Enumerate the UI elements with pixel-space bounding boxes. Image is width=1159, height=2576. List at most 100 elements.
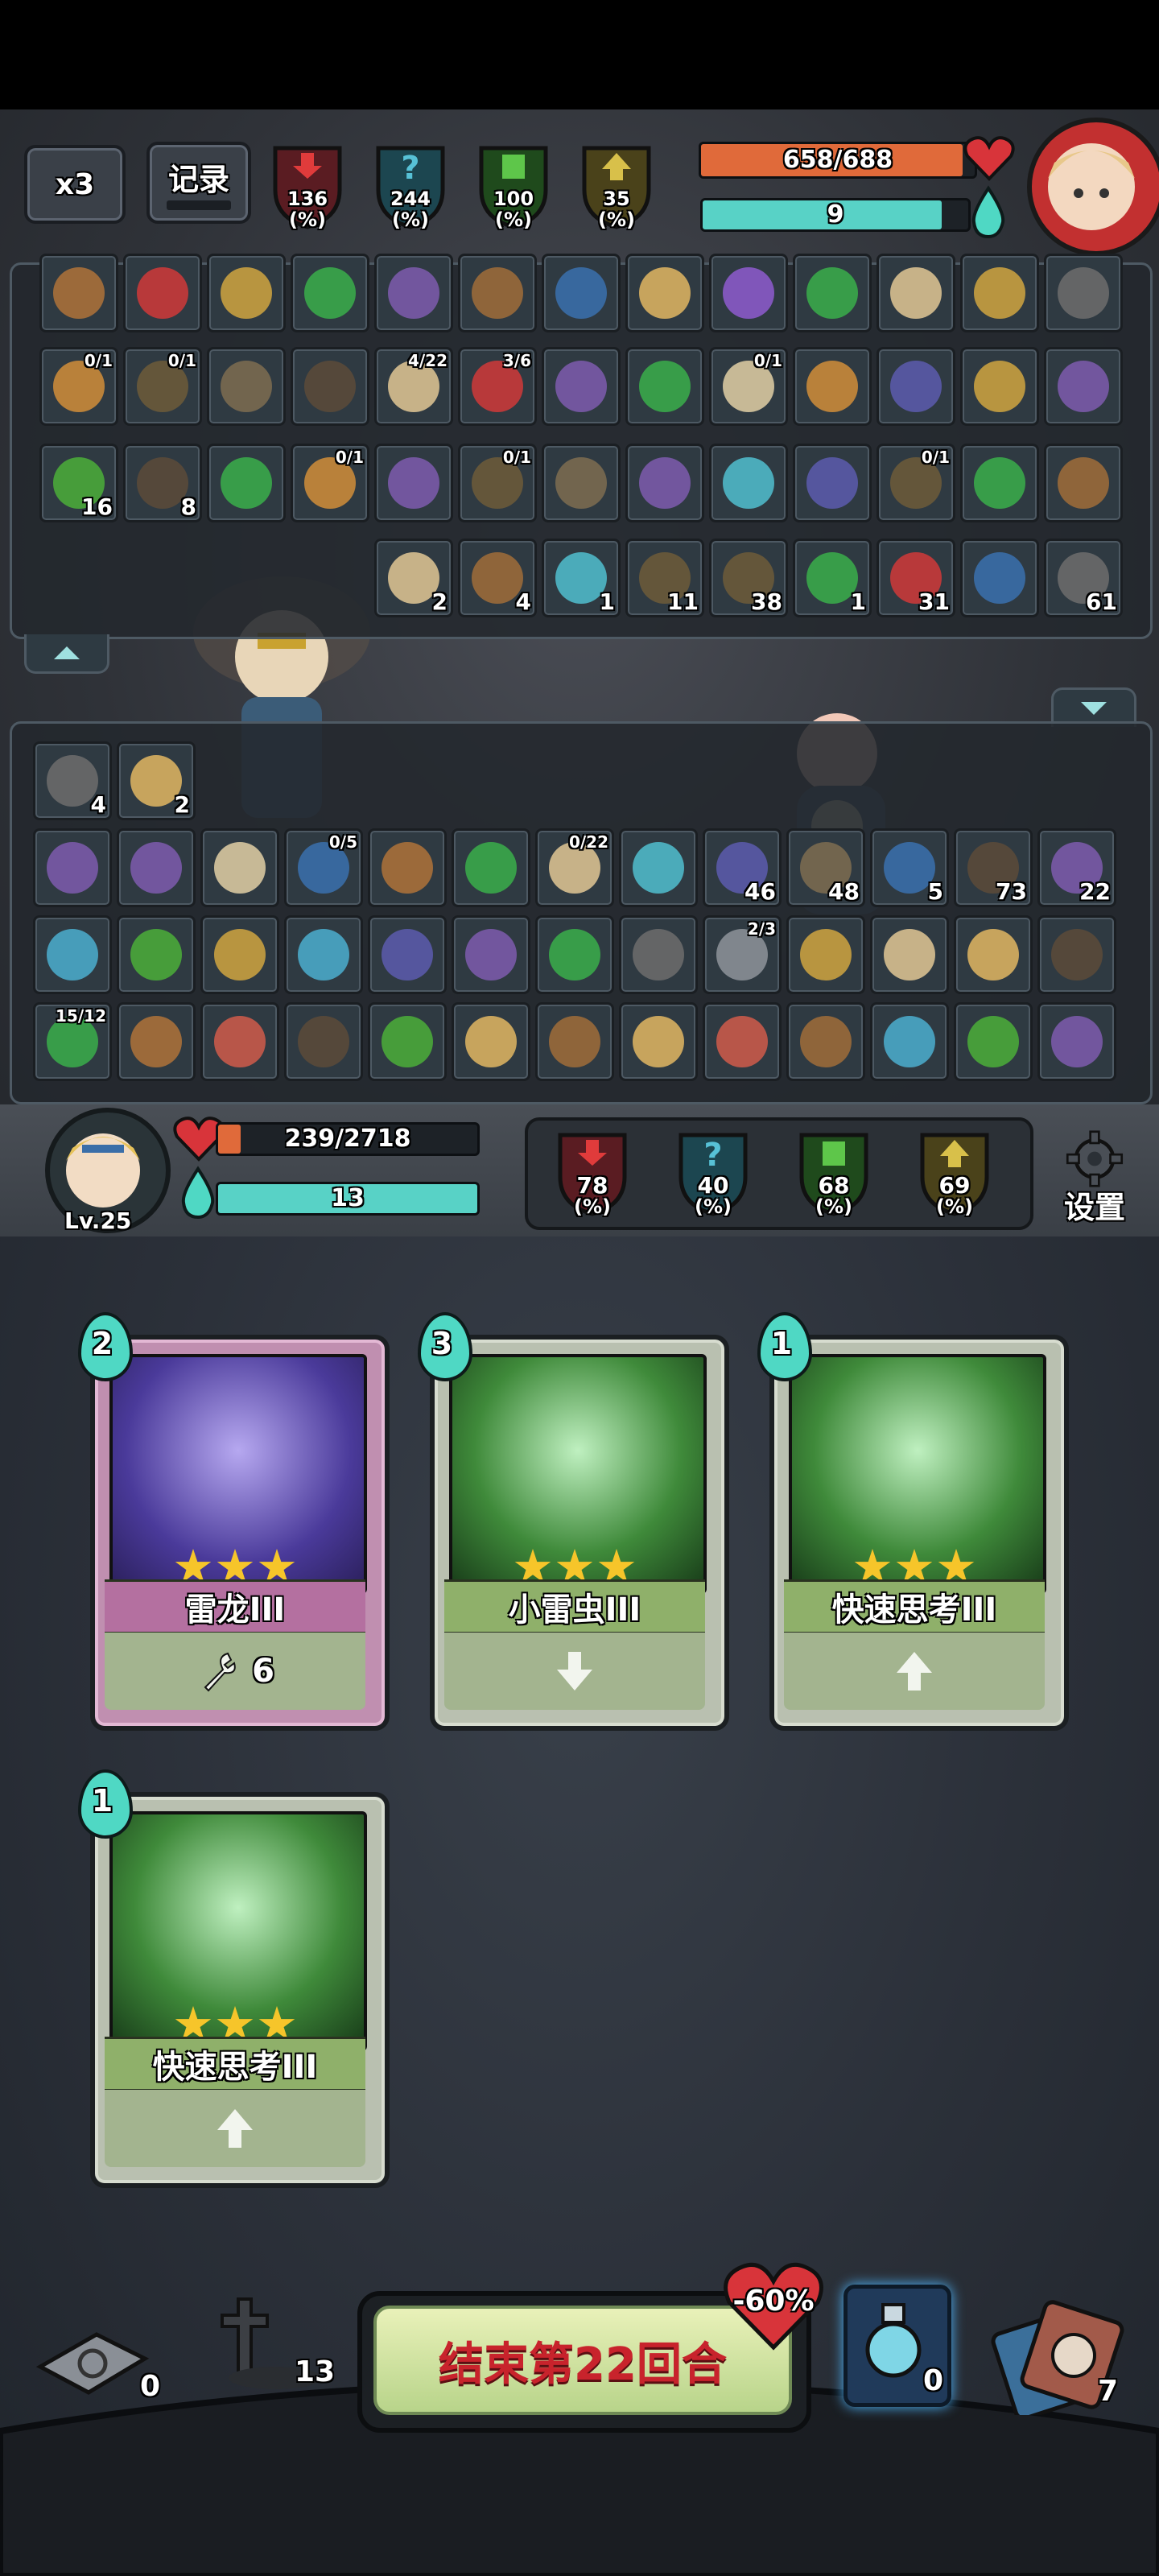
item-slot[interactable]: 73 (954, 828, 1033, 907)
item-slot[interactable] (200, 1002, 279, 1081)
item-slot[interactable] (374, 254, 453, 332)
item-slot[interactable]: 48 (786, 828, 865, 907)
item-slot[interactable]: 4/22 (374, 347, 453, 426)
record-button[interactable]: 记录 (146, 142, 251, 224)
item-slot[interactable] (123, 254, 202, 332)
item-slot[interactable] (452, 828, 530, 907)
item-slot[interactable] (954, 915, 1033, 994)
item-slot[interactable] (200, 828, 279, 907)
item-slot[interactable] (542, 254, 621, 332)
item-slot[interactable] (291, 254, 369, 332)
item-slot[interactable]: 4 (33, 741, 112, 820)
item-slot[interactable]: 11 (625, 539, 704, 617)
item-slot[interactable]: 4 (458, 539, 537, 617)
item-slot[interactable]: 1 (793, 539, 872, 617)
item-slot[interactable]: 8 (123, 444, 202, 522)
item-slot[interactable]: 5 (870, 828, 949, 907)
item-slot[interactable] (960, 539, 1039, 617)
item-slot[interactable] (1044, 254, 1123, 332)
item-slot[interactable] (33, 828, 112, 907)
item-slot[interactable] (368, 828, 447, 907)
item-slot[interactable] (703, 1002, 782, 1081)
item-slot[interactable] (207, 444, 286, 522)
item-slot[interactable] (117, 915, 196, 994)
item-slot[interactable] (619, 828, 698, 907)
skill-card[interactable]: ★★★ 快速思考III (90, 1792, 390, 2188)
item-slot[interactable] (368, 915, 447, 994)
item-slot[interactable] (535, 915, 614, 994)
item-slot[interactable] (793, 254, 872, 332)
item-slot[interactable] (542, 444, 621, 522)
item-slot[interactable] (625, 444, 704, 522)
item-slot[interactable] (117, 828, 196, 907)
item-slot[interactable] (619, 915, 698, 994)
item-slot[interactable] (625, 347, 704, 426)
item-slot[interactable] (33, 915, 112, 994)
item-slot[interactable]: 38 (709, 539, 788, 617)
item-slot[interactable]: 2 (117, 741, 196, 820)
item-slot[interactable] (291, 347, 369, 426)
item-slot[interactable]: 0/1 (39, 347, 118, 426)
item-slot[interactable]: 1 (542, 539, 621, 617)
item-slot[interactable] (793, 347, 872, 426)
item-slot[interactable] (786, 1002, 865, 1081)
item-slot[interactable] (39, 254, 118, 332)
discard-pile[interactable]: 0 (32, 2318, 177, 2415)
item-slot[interactable] (709, 254, 788, 332)
item-slot[interactable] (960, 444, 1039, 522)
item-slot[interactable] (954, 1002, 1033, 1081)
collapse-enemy-panel-button[interactable] (24, 634, 109, 674)
item-slot[interactable]: 61 (1044, 539, 1123, 617)
item-slot[interactable] (284, 1002, 363, 1081)
item-slot[interactable]: 3/6 (458, 347, 537, 426)
potion-slot[interactable]: 0 (843, 2285, 951, 2407)
speed-button[interactable]: x3 (24, 145, 126, 224)
item-slot[interactable]: 0/22 (535, 828, 614, 907)
item-slot[interactable] (284, 915, 363, 994)
item-slot[interactable] (374, 444, 453, 522)
item-slot[interactable] (1037, 1002, 1116, 1081)
item-slot[interactable] (876, 347, 955, 426)
item-slot[interactable]: 2/3 (703, 915, 782, 994)
item-slot[interactable]: 0/1 (123, 347, 202, 426)
item-slot[interactable] (793, 444, 872, 522)
skill-card[interactable]: ★★★ 小雷虫III (430, 1335, 729, 1731)
item-slot[interactable] (368, 1002, 447, 1081)
skill-card[interactable]: ★★★ 雷龙III 6 (90, 1335, 390, 1731)
item-slot[interactable]: 16 (39, 444, 118, 522)
item-slot[interactable] (870, 1002, 949, 1081)
item-slot[interactable]: 2 (374, 539, 453, 617)
item-slot[interactable] (117, 1002, 196, 1081)
item-slot[interactable]: 22 (1037, 828, 1116, 907)
item-slot[interactable] (458, 254, 537, 332)
draw-deck[interactable]: 7 (990, 2294, 1143, 2421)
item-slot[interactable] (1044, 444, 1123, 522)
item-slot[interactable] (960, 254, 1039, 332)
item-slot[interactable] (960, 347, 1039, 426)
skill-card[interactable]: ★★★ 快速思考III (769, 1335, 1069, 1731)
item-slot[interactable] (452, 915, 530, 994)
item-slot[interactable] (542, 347, 621, 426)
item-slot[interactable]: 0/1 (876, 444, 955, 522)
item-slot[interactable] (625, 254, 704, 332)
item-slot[interactable] (786, 915, 865, 994)
item-slot[interactable]: 31 (876, 539, 955, 617)
item-slot[interactable] (876, 254, 955, 332)
enemy-portrait[interactable] (1027, 118, 1159, 256)
item-slot[interactable] (207, 254, 286, 332)
item-slot[interactable] (1037, 915, 1116, 994)
item-slot[interactable]: 0/1 (291, 444, 369, 522)
item-slot[interactable] (709, 444, 788, 522)
item-slot[interactable]: 15/12 (33, 1002, 112, 1081)
item-slot[interactable] (619, 1002, 698, 1081)
item-slot[interactable] (452, 1002, 530, 1081)
item-slot[interactable] (535, 1002, 614, 1081)
settings-button[interactable]: 设置 (1046, 1130, 1143, 1227)
item-slot[interactable] (207, 347, 286, 426)
graveyard-pile[interactable]: 13 (206, 2294, 351, 2407)
item-slot[interactable] (1044, 347, 1123, 426)
item-slot[interactable] (200, 915, 279, 994)
item-slot[interactable] (870, 915, 949, 994)
item-slot[interactable]: 46 (703, 828, 782, 907)
item-slot[interactable]: 0/1 (458, 444, 537, 522)
